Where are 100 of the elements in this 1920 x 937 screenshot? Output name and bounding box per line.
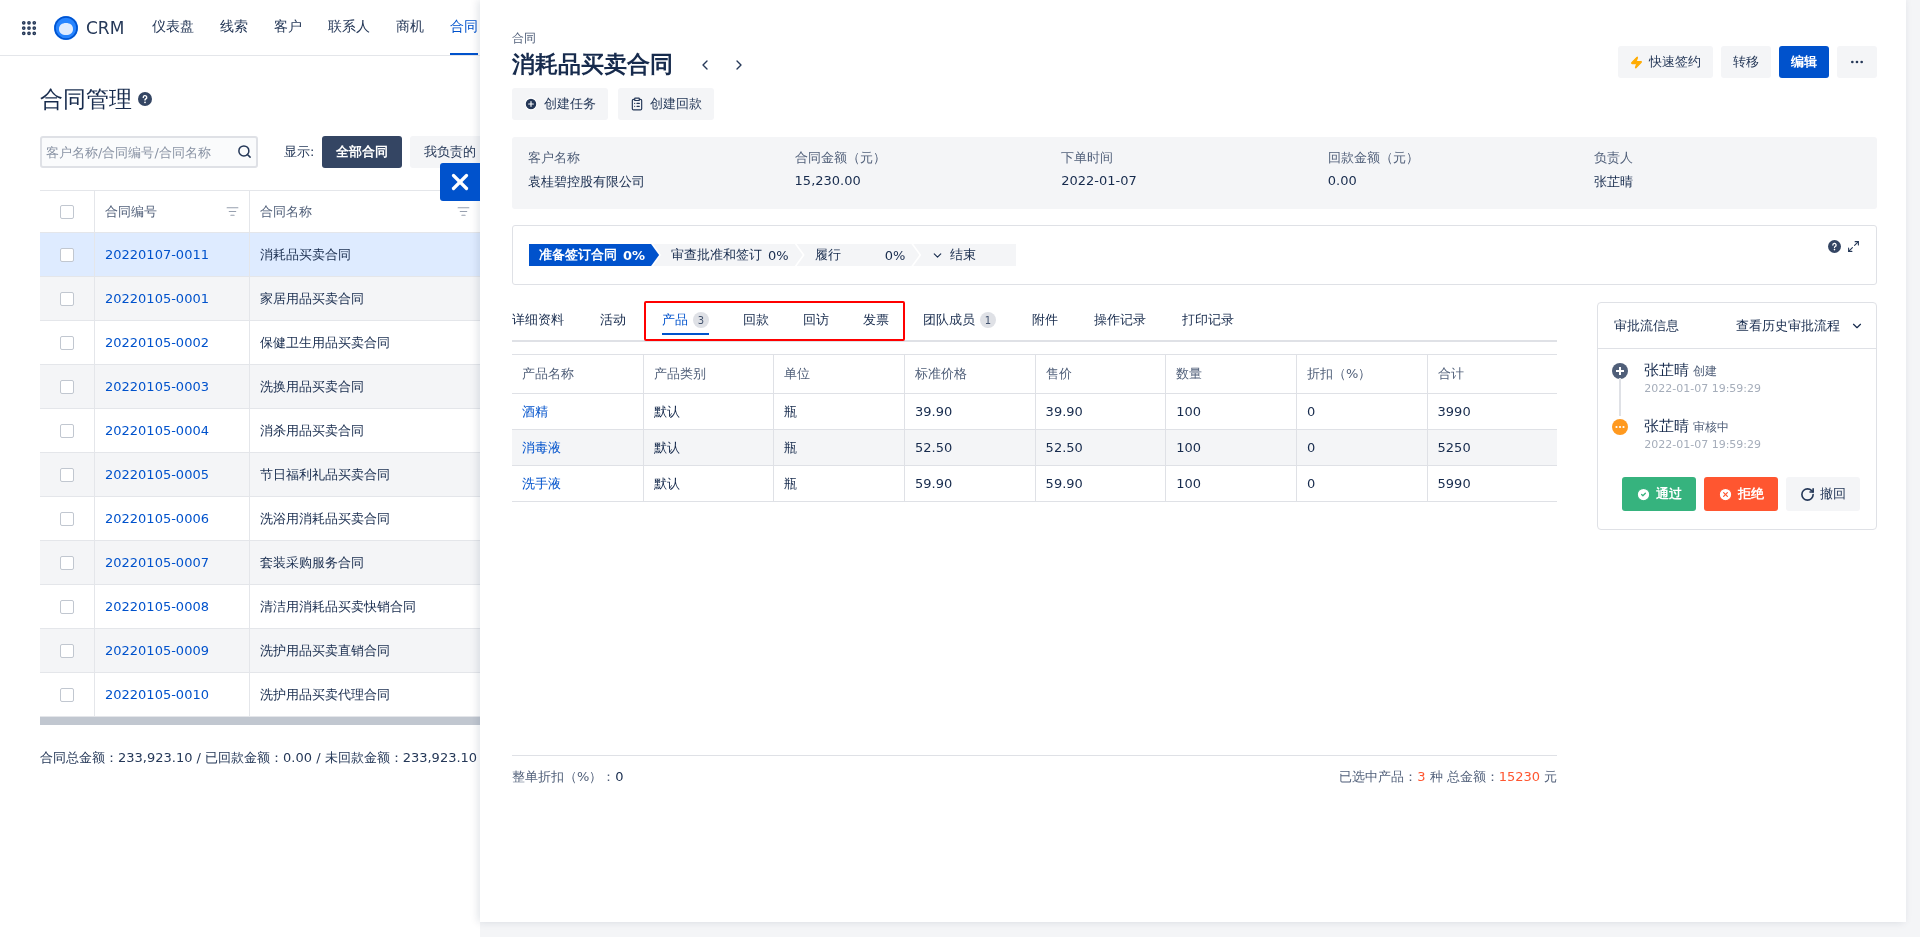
contract-link[interactable]: 20220105-0006 <box>105 511 209 526</box>
table-cell: 默认 <box>653 474 680 493</box>
checkbox[interactable] <box>60 379 74 394</box>
product-link[interactable]: 酒精 <box>522 402 548 421</box>
tab[interactable]: 回访 <box>803 307 829 335</box>
scrollbar[interactable] <box>40 717 480 725</box>
table-row[interactable]: 20220105-0001 家居用品买卖合同 <box>40 277 480 321</box>
stage-step[interactable]: 准备签订合同 0% <box>529 244 660 266</box>
contract-link[interactable]: 20220105-0001 <box>105 291 209 306</box>
tab[interactable]: 打印记录 <box>1182 307 1234 335</box>
checkbox[interactable] <box>60 555 74 570</box>
table-row[interactable]: 20220105-0010 洗护用品买卖代理合同 <box>40 673 480 717</box>
checkbox[interactable] <box>60 204 74 219</box>
search-field[interactable]: 客户名称/合同编号/合同名称 <box>40 136 258 168</box>
total-text: 已选中产品：3 种 总金额：15230 元 <box>1339 767 1558 786</box>
table-row[interactable]: 20220105-0003 洗换用品买卖合同 <box>40 365 480 409</box>
table-row[interactable]: 20220107-0011 消耗品买卖合同 <box>40 233 480 277</box>
checkbox[interactable] <box>60 335 74 350</box>
column-header: 折扣（%） <box>1306 365 1372 383</box>
contract-link[interactable]: 20220105-0010 <box>105 687 209 702</box>
nav-item[interactable]: 客户 <box>274 0 303 55</box>
filter-button[interactable]: 全部合同 <box>322 136 403 168</box>
contract-link[interactable]: 20220107-0011 <box>105 247 209 262</box>
table-cell: 39.90 <box>914 404 953 419</box>
tab[interactable]: 详细资料 <box>512 307 564 335</box>
search-icon[interactable] <box>237 144 252 159</box>
checkbox[interactable] <box>60 467 74 482</box>
table-row[interactable]: 20220105-0004 消杀用品买卖合同 <box>40 409 480 453</box>
filter-icon[interactable] <box>457 205 470 218</box>
table-cell: 洗护用品买卖直销合同 <box>260 641 390 660</box>
header-button[interactable]: 转移 <box>1721 46 1771 78</box>
table-row[interactable]: 20220105-0008 清洁用消耗品买卖快销合同 <box>40 585 480 629</box>
app-grid-icon[interactable] <box>20 18 38 37</box>
table-cell: 清洁用消耗品买卖快销合同 <box>260 597 416 616</box>
tab[interactable]: 发票 <box>863 307 889 335</box>
action-button[interactable]: 创建回款 <box>618 88 714 120</box>
contract-link[interactable]: 20220105-0007 <box>105 555 209 570</box>
table-row[interactable]: 20220105-0006 洗浴用消耗品买卖合同 <box>40 497 480 541</box>
stage-name: 审查批准和签订 <box>671 246 763 264</box>
field-value: 2022-01-07 <box>1061 173 1138 188</box>
header-button[interactable]: 编辑 <box>1779 46 1829 78</box>
stage-step[interactable]: 结束 <box>913 244 1017 266</box>
checkbox[interactable] <box>60 599 74 614</box>
table-cell: 节日福利礼品买卖合同 <box>260 465 390 484</box>
tab[interactable]: 产品 3 <box>662 307 709 335</box>
table-cell: 59.90 <box>914 476 953 491</box>
tab[interactable]: 活动 <box>600 307 626 335</box>
nav-item[interactable]: 合同 <box>450 0 479 55</box>
checkbox[interactable] <box>60 687 74 702</box>
field-value: 0.00 <box>1327 173 1358 188</box>
checkbox[interactable] <box>60 643 74 658</box>
stage-step[interactable]: 审查批准和签订 0% <box>653 244 803 266</box>
discount-text: 整单折扣（%）：0 <box>512 767 624 786</box>
logo-text: CRM <box>86 17 125 38</box>
step-status: 创建 <box>1693 363 1718 380</box>
help-icon[interactable] <box>1828 240 1841 253</box>
table-row[interactable]: 20220105-0009 洗护用品买卖直销合同 <box>40 629 480 673</box>
tab[interactable]: 团队成员 1 <box>923 307 996 335</box>
table-cell: 3990 <box>1437 404 1471 419</box>
stage-step[interactable]: 履行 0% <box>796 244 920 266</box>
table-cell: 瓶 <box>784 438 798 457</box>
table-row[interactable]: 20220105-0005 节日福利礼品买卖合同 <box>40 453 480 497</box>
close-button[interactable] <box>440 163 480 201</box>
table-row[interactable]: 20220105-0007 套装采购服务合同 <box>40 541 480 585</box>
tab[interactable]: 附件 <box>1032 307 1058 335</box>
history-link[interactable]: 查看历史审批流程 <box>1736 316 1864 335</box>
checkbox[interactable] <box>60 423 74 438</box>
nav-item[interactable]: 联系人 <box>328 0 371 55</box>
table-cell: 5250 <box>1437 440 1471 455</box>
checkbox[interactable] <box>60 291 74 306</box>
nav-item[interactable]: 商机 <box>396 0 425 55</box>
nav-item[interactable]: 仪表盘 <box>152 0 195 55</box>
tab[interactable]: 操作记录 <box>1094 307 1146 335</box>
help-icon[interactable] <box>138 92 152 106</box>
contract-link[interactable]: 20220105-0005 <box>105 467 209 482</box>
contract-link[interactable]: 20220105-0004 <box>105 423 209 438</box>
product-link[interactable]: 洗手液 <box>522 474 561 493</box>
checkbox[interactable] <box>60 511 74 526</box>
action-button[interactable]: 创建任务 <box>512 88 608 120</box>
more-button[interactable] <box>1837 46 1877 78</box>
filter-icon[interactable] <box>226 205 239 218</box>
table-cell: 消耗品买卖合同 <box>260 245 351 264</box>
table-cell: 39.90 <box>1045 404 1083 419</box>
table-cell: 0 <box>1306 404 1316 419</box>
table-row[interactable]: 20220105-0002 保健卫生用品买卖合同 <box>40 321 480 365</box>
breadcrumb: 合同 <box>512 30 537 47</box>
panel-title: 审批流信息 <box>1614 316 1680 335</box>
contract-link[interactable]: 20220105-0002 <box>105 335 209 350</box>
header-button[interactable]: 快速签约 <box>1618 46 1713 78</box>
approval-button[interactable]: 撤回 <box>1786 477 1861 511</box>
filter-button[interactable]: 我负责的 <box>410 136 480 168</box>
checkbox[interactable] <box>60 247 74 262</box>
contract-link[interactable]: 20220105-0008 <box>105 599 209 614</box>
expand-icon[interactable] <box>1847 240 1860 253</box>
field-value: 袁桂碧控股有限公司 <box>528 173 646 191</box>
tab[interactable]: 回款 <box>743 307 769 335</box>
product-link[interactable]: 消毒液 <box>522 438 561 457</box>
contract-link[interactable]: 20220105-0003 <box>105 379 209 394</box>
nav-item[interactable]: 线索 <box>220 0 249 55</box>
contract-link[interactable]: 20220105-0009 <box>105 643 209 658</box>
